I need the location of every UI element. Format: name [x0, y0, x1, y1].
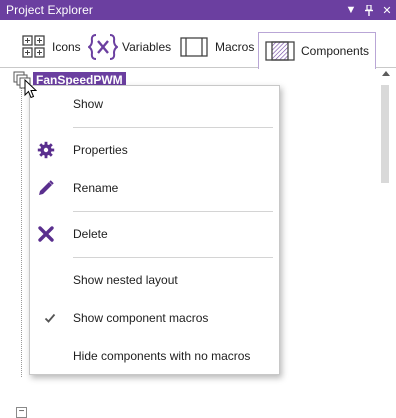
scroll-up-icon[interactable]: [382, 71, 390, 76]
menu-item-show[interactable]: Show: [30, 92, 279, 116]
scroll-thumb[interactable]: [381, 85, 389, 183]
menu-item-rename[interactable]: Rename: [30, 176, 279, 200]
dropdown-icon[interactable]: ▼: [342, 0, 360, 20]
tab-macros[interactable]: Macros: [180, 30, 254, 64]
menu-item-hide-components-no-macros[interactable]: Hide components with no macros: [30, 344, 279, 368]
panel-title: Project Explorer: [6, 3, 93, 17]
menu-item-label: Show nested layout: [73, 273, 178, 287]
close-icon[interactable]: ✕: [378, 0, 396, 20]
mouse-cursor-icon: [24, 78, 38, 102]
tree-expander-icon[interactable]: −: [16, 407, 27, 418]
context-menu: Show Properties Rename Delete Show neste…: [29, 85, 280, 375]
menu-item-properties[interactable]: Properties: [30, 138, 279, 162]
icons-grid-icon: [22, 35, 45, 58]
panel-title-bar: Project Explorer ▼ ✕: [0, 0, 396, 20]
menu-item-label: Show: [73, 97, 104, 111]
tab-icons[interactable]: Icons: [22, 30, 81, 64]
tab-label: Components: [301, 44, 370, 58]
tab-components[interactable]: Components: [258, 32, 377, 69]
tree-connector: [21, 87, 22, 377]
menu-item-label: Properties: [73, 143, 128, 157]
vertical-scrollbar[interactable]: [378, 69, 396, 378]
tab-variables[interactable]: Variables: [88, 30, 171, 64]
menu-item-show-nested-layout[interactable]: Show nested layout: [30, 268, 279, 292]
explorer-tabs: Icons Variables Macros Components: [0, 20, 396, 69]
variables-brace-icon: [88, 34, 118, 60]
x-icon: [36, 224, 56, 244]
components-icon: [265, 41, 295, 61]
menu-separator: [73, 127, 273, 128]
checkmark-icon: [40, 308, 60, 328]
pin-icon[interactable]: [360, 0, 378, 20]
menu-item-label: Delete: [73, 227, 108, 241]
menu-item-delete[interactable]: Delete: [30, 222, 279, 246]
menu-separator: [73, 211, 273, 212]
menu-item-label: Hide components with no macros: [73, 349, 251, 363]
pencil-icon: [36, 178, 56, 198]
menu-separator: [73, 257, 273, 258]
menu-item-show-component-macros[interactable]: Show component macros: [30, 306, 279, 330]
tab-label: Icons: [52, 40, 81, 54]
macros-icon: [180, 37, 208, 57]
gear-icon: [36, 140, 56, 160]
tab-label: Variables: [122, 40, 172, 54]
tab-label: Macros: [215, 40, 255, 54]
menu-item-label: Rename: [73, 181, 119, 195]
menu-item-label: Show component macros: [73, 311, 209, 325]
